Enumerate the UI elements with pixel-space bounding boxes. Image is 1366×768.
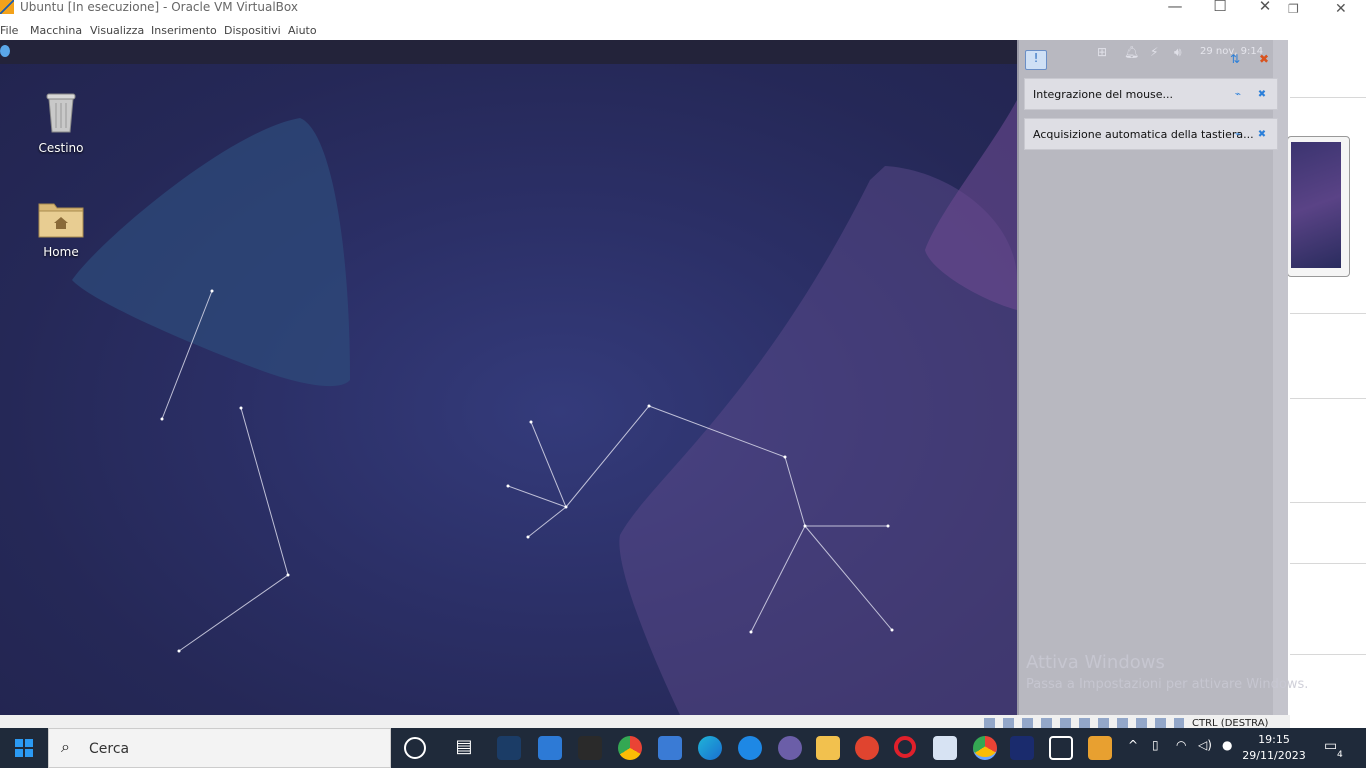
mute-notification-icon[interactable]: ⌁ xyxy=(1231,128,1245,142)
volume-icon: 🔊︎ xyxy=(1174,45,1182,59)
windows-logo-icon xyxy=(15,739,33,757)
chrome-active-icon[interactable] xyxy=(973,736,997,760)
restore-icon[interactable]: ❐ xyxy=(1288,2,1299,16)
notification-text: Integrazione del mouse... xyxy=(1033,88,1174,101)
window-titlebar: Ubuntu [In esecuzione] - Oracle VM Virtu… xyxy=(0,0,1290,20)
menu-macchina[interactable]: Macchina xyxy=(30,24,82,37)
xfce-top-panel xyxy=(0,40,1017,64)
desktop-icon-home[interactable]: Home xyxy=(21,200,101,259)
host-background xyxy=(1290,0,1366,733)
wallpaper-art xyxy=(72,100,1017,715)
app-icon[interactable] xyxy=(855,736,879,760)
microphone-icon[interactable]: ● xyxy=(1222,738,1232,752)
search-placeholder: Cerca xyxy=(89,741,130,757)
notification-item[interactable]: Acquisizione automatica della tastiera..… xyxy=(1024,118,1278,150)
vm-thumbnail-preview xyxy=(1291,142,1341,268)
taskbar-clock[interactable]: 19:15 29/11/2023 xyxy=(1240,732,1308,764)
clock-time: 19:15 xyxy=(1258,733,1290,746)
podcast-icon[interactable] xyxy=(778,736,802,760)
action-center-icon[interactable]: ▭ xyxy=(1324,738,1337,754)
menu-bar: File Macchina Visualizza Inserimento Dis… xyxy=(0,20,1290,40)
bing-icon[interactable] xyxy=(738,736,762,760)
search-icon: ⌕ xyxy=(61,737,70,756)
menu-dispositivi[interactable]: Dispositivi xyxy=(224,24,281,37)
opera-icon[interactable] xyxy=(894,736,916,758)
bell-icon: 🔔︎ xyxy=(1124,45,1140,59)
steam-icon[interactable] xyxy=(497,736,521,760)
menu-file[interactable]: File xyxy=(0,24,18,37)
desktop-icon-label: Home xyxy=(43,245,79,259)
task-view-icon[interactable]: ▤ xyxy=(452,736,476,760)
menu-inserimento[interactable]: Inserimento xyxy=(151,24,217,37)
cortana-icon[interactable] xyxy=(404,737,426,759)
virtualbox-taskbar-icon[interactable] xyxy=(1088,736,1112,760)
host-close-icon[interactable]: ✕ xyxy=(1335,1,1347,17)
close-notification-icon[interactable]: ✖ xyxy=(1255,128,1269,142)
virtualbox-3d-icon[interactable] xyxy=(1049,736,1073,760)
mute-notification-icon[interactable]: ⌁ xyxy=(1231,88,1245,102)
notification-item[interactable]: Integrazione del mouse... ⌁ ✖ xyxy=(1024,78,1278,110)
xfce-menu-icon[interactable] xyxy=(0,45,10,57)
usb-icon[interactable]: ▯ xyxy=(1152,738,1159,752)
start-button[interactable] xyxy=(0,728,48,768)
divider xyxy=(1290,563,1366,564)
desktop-icon-label: Cestino xyxy=(38,141,84,155)
mail-icon[interactable] xyxy=(538,736,562,760)
clear-all-icon[interactable]: ✖ xyxy=(1259,52,1269,66)
close-notification-icon[interactable]: ✖ xyxy=(1255,88,1269,102)
notification-toggle-icon[interactable]: ! xyxy=(1025,50,1047,70)
store-icon[interactable] xyxy=(658,736,682,760)
menu-visualizza[interactable]: Visualizza xyxy=(90,24,144,37)
power-icon: ⚡︎ xyxy=(1150,45,1159,59)
divider xyxy=(1290,398,1366,399)
menu-aiuto[interactable]: Aiuto xyxy=(288,24,317,37)
notification-count-badge: 4 xyxy=(1337,750,1343,760)
notification-text: Acquisizione automatica della tastiera..… xyxy=(1033,128,1254,141)
activation-watermark-subtitle: Passa a Impostazioni per attivare Window… xyxy=(1026,677,1309,692)
activation-watermark-title: Attiva Windows xyxy=(1026,652,1165,673)
speaker-icon[interactable]: ◁) xyxy=(1198,738,1212,752)
wifi-icon[interactable]: ◠ xyxy=(1176,738,1186,752)
trash-icon xyxy=(46,93,76,133)
file-explorer-icon[interactable] xyxy=(816,736,840,760)
guest-desktop[interactable] xyxy=(0,40,1017,715)
divider xyxy=(1290,97,1366,98)
epic-games-icon[interactable] xyxy=(578,736,602,760)
maximize-button[interactable]: ☐ xyxy=(1200,0,1240,18)
minimize-button[interactable]: — xyxy=(1155,0,1195,18)
network-icon: ⊞ xyxy=(1097,45,1108,59)
chrome-icon[interactable] xyxy=(618,736,642,760)
divider xyxy=(1290,502,1366,503)
divider xyxy=(1290,313,1366,314)
desktop-icon-cestino[interactable]: Cestino xyxy=(21,90,101,155)
clock-date: 29/11/2023 xyxy=(1242,749,1306,762)
home-folder-icon xyxy=(38,203,84,238)
close-button[interactable]: ✕ xyxy=(1245,0,1285,18)
tray-overflow-icon[interactable]: ^ xyxy=(1128,738,1138,752)
taskbar-search-box[interactable]: ⌕ Cerca xyxy=(48,728,391,768)
window-title: Ubuntu [In esecuzione] - Oracle VM Virtu… xyxy=(20,0,298,14)
sort-icon[interactable]: ⇅ xyxy=(1230,52,1240,66)
divider xyxy=(1290,654,1366,655)
edge-icon[interactable] xyxy=(698,736,722,760)
webstorm-icon[interactable] xyxy=(1010,736,1034,760)
virtualbox-icon xyxy=(0,0,14,14)
news-icon[interactable] xyxy=(933,736,957,760)
